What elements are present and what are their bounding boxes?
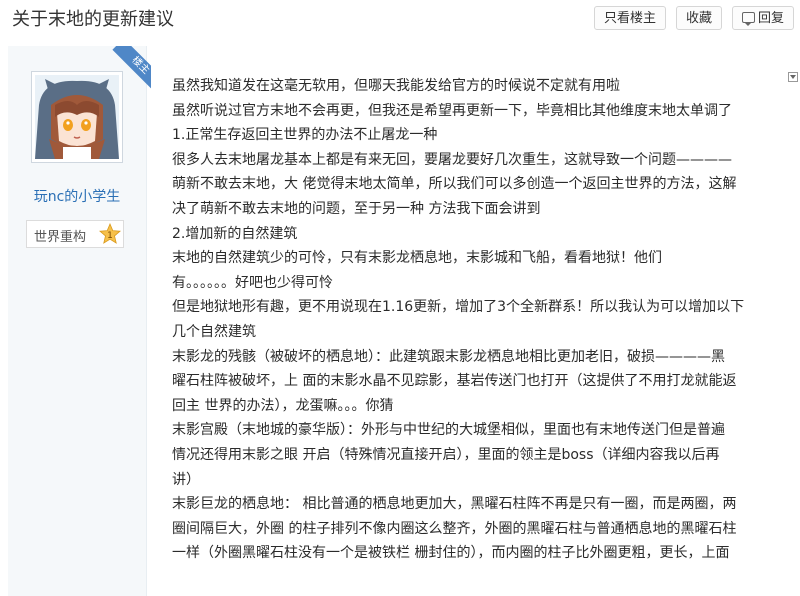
author-name[interactable]: 玩nc的小学生 <box>8 186 146 206</box>
post-line: 虽然听说过官方末地不会再更，但我还是希望再更新一下，毕竟相比其他维度末地太单调了 <box>172 102 732 119</box>
post-line: 圈间隔巨大，外圈 的柱子排列不像内圈这么整齐，外圈的黑曜石柱与普通栖息地的黑曜石… <box>172 520 737 537</box>
post-line: 虽然我知道发在这毫无软用，但哪天我能发给官方的时候说不定就有用啦 <box>172 78 620 94</box>
favorite-button[interactable]: 收藏 <box>676 6 722 30</box>
post-line: 几个自然建筑 <box>172 323 256 340</box>
post-line: 有。。。。。。好吧也少得可怜 <box>172 274 333 291</box>
post-line: 讲） <box>172 471 200 488</box>
only-op-button[interactable]: 只看楼主 <box>594 6 666 30</box>
reply-button[interactable]: 回复 <box>732 6 794 30</box>
post-line: 2.增加新的自然建筑 <box>172 225 298 242</box>
post-line: 但是地狱地形有趣，更不用说现在1.16更新，增加了3个全新群系！所以我认为可以增… <box>172 299 745 316</box>
reply-label: 回复 <box>757 11 784 26</box>
post-line: 萌新不敢去末地，大 佬觉得末地太简单，所以我们可以多创造一个返回主世界的方法，这… <box>172 176 737 193</box>
post-line: 末地的自然建筑少的可怜，只有末影龙栖息地，末影城和飞船，看看地狱！他们 <box>172 250 662 267</box>
post-line: 末影宫殿（末地城的豪华版）：外形与中世纪的大城堡相似，里面也有末地传送门但是普遍 <box>172 422 725 439</box>
post-line: 情况还得用末影之眼 开启（特殊情况直接开启），里面的领主是boss（详细内容我以… <box>172 446 720 463</box>
post-line: 决了萌新不敢去末地的问题，至于另一种 方法我下面会讲到 <box>172 200 541 217</box>
rank-badge: 世界重构 1 <box>26 220 124 248</box>
star-icon: 1 <box>99 223 121 244</box>
post-line: 末影龙的残骸（被破坏的栖息地）：此建筑跟末影龙栖息地相比更加老旧，破损————黑 <box>172 348 725 365</box>
post-line: 回主 世界的办法），龙蛋嘛。。。你猜 <box>172 397 394 414</box>
thread-header: 关于末地的更新建议 只看楼主 收藏 回复 <box>0 0 800 46</box>
post-line: 很多人去末地屠龙基本上都是有来无回，要屠龙要好几次重生，这就导致一个问题———— <box>172 151 732 168</box>
comment-icon <box>741 12 755 26</box>
post-line: 1.正常生存返回主世界的办法不止屠龙一种 <box>172 127 438 144</box>
post-body: 虽然我知道发在这毫无软用，但哪天我能发给官方的时候说不定就有用啦 虽然听说过官方… <box>172 74 784 566</box>
thread-title: 关于末地的更新建议 <box>12 9 174 30</box>
post-line: 一样（外圈黑曜石柱没有一个是被铁栏 栅封住的），而内圈的柱子比外圈更粗，更长，上… <box>172 545 730 562</box>
rank-level: 1 <box>107 231 113 241</box>
avatar-image <box>35 75 119 159</box>
post-line: 末影巨龙的栖息地： 相比普通的栖息地更加大，黑曜石柱阵不再是只有一圈，而是两圈，… <box>172 496 737 513</box>
post-line: 曜石柱阵被破坏，上 面的末影水晶不见踪影，基岩传送门也打开（这提供了不用打龙就能… <box>172 373 737 390</box>
avatar[interactable] <box>31 71 123 163</box>
rank-label: 世界重构 <box>34 230 87 245</box>
expand-toggle-icon[interactable] <box>788 72 798 82</box>
